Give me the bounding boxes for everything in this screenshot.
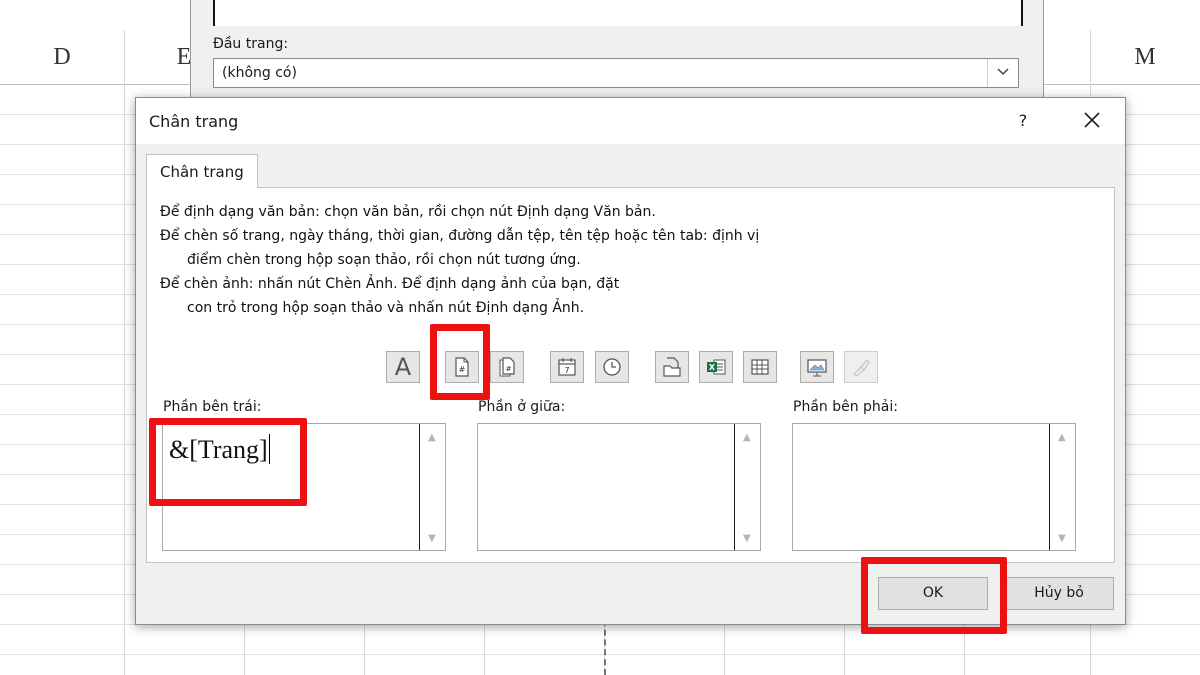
dialog-title: Chân trang [149, 112, 239, 131]
left-section-editor[interactable]: &[Trang] ▲ ▼ [162, 423, 446, 551]
ok-button[interactable]: OK [878, 577, 988, 610]
left-section-value: &[Trang] [169, 435, 268, 464]
page-count-icon: # [499, 357, 515, 377]
grid-line [124, 30, 125, 675]
insert-date-button[interactable]: 7 [550, 351, 584, 383]
svg-text:#: # [506, 365, 512, 373]
right-section-scrollbar[interactable]: ▲ ▼ [1049, 424, 1075, 550]
scroll-up-icon[interactable]: ▲ [428, 432, 436, 443]
left-section-text[interactable]: &[Trang] [169, 434, 270, 465]
scroll-up-icon[interactable]: ▲ [743, 432, 751, 443]
insert-page-count-button[interactable]: # [490, 351, 524, 383]
center-section-label: Phần ở giữa: [478, 399, 566, 415]
svg-text:7: 7 [564, 366, 569, 375]
text-caret [268, 434, 270, 464]
scroll-down-icon[interactable]: ▼ [1058, 533, 1066, 544]
file-path-icon [663, 357, 681, 377]
header-label: Đầu trang: [213, 36, 289, 52]
instruction-line: Để định dạng văn bản: chọn văn bản, rồi … [160, 204, 656, 220]
tab-footer-label: Chân trang [160, 163, 244, 181]
tab-footer[interactable]: Chân trang [146, 154, 258, 188]
grid-line [0, 654, 1200, 655]
instruction-line: Để chèn ảnh: nhấn nút Chèn Ảnh. Để định … [160, 276, 620, 292]
left-section-scrollbar[interactable]: ▲ ▼ [419, 424, 445, 550]
close-button[interactable] [1074, 104, 1110, 136]
svg-text:X: X [709, 363, 716, 372]
help-button[interactable]: ? [1008, 107, 1038, 135]
format-picture-button[interactable] [844, 351, 878, 383]
format-picture-icon [853, 359, 870, 377]
column-header-d[interactable]: D [0, 30, 124, 84]
insert-file-name-button[interactable]: X [699, 351, 733, 383]
time-icon [603, 358, 621, 376]
dialog-titlebar: Chân trang ? [136, 98, 1125, 144]
insert-file-path-button[interactable] [655, 351, 689, 383]
format-text-icon: A [394, 353, 412, 381]
insert-sheet-name-button[interactable] [743, 351, 777, 383]
page-number-icon: # [455, 357, 469, 377]
chevron-down-icon[interactable] [987, 59, 1018, 87]
page-setup-dialog: Đầu trang: (không có) [190, 0, 1044, 101]
cancel-button[interactable]: Hủy bỏ [1004, 577, 1114, 610]
scroll-up-icon[interactable]: ▲ [1058, 432, 1066, 443]
insert-picture-button[interactable] [800, 351, 834, 383]
right-section-label: Phần bên phải: [793, 399, 898, 415]
instruction-line: Để chèn số trang, ngày tháng, thời gian,… [160, 228, 760, 244]
insert-picture-icon [807, 359, 827, 377]
date-icon: 7 [558, 358, 576, 376]
header-preview-box [213, 0, 1023, 26]
format-text-button[interactable]: A [386, 351, 420, 383]
sheet-name-icon [751, 359, 769, 375]
left-section-label: Phần bên trái: [163, 399, 262, 415]
close-icon [1084, 112, 1100, 128]
insert-page-number-button[interactable]: # [445, 351, 479, 383]
footer-dialog: Chân trang ? Chân trang Để định dạng văn… [135, 97, 1126, 625]
right-section-editor[interactable]: ▲ ▼ [792, 423, 1076, 551]
header-dropdown-value: (không có) [222, 65, 297, 81]
insert-time-button[interactable] [595, 351, 629, 383]
center-section-editor[interactable]: ▲ ▼ [477, 423, 761, 551]
instruction-line: con trỏ trong hộp soạn thảo và nhấn nút … [187, 300, 585, 316]
scroll-down-icon[interactable]: ▼ [743, 533, 751, 544]
instruction-line: điểm chèn trong hộp soạn thảo, rồi chọn … [187, 252, 581, 268]
svg-text:#: # [459, 365, 466, 374]
center-section-scrollbar[interactable]: ▲ ▼ [734, 424, 760, 550]
column-header-m[interactable]: M [1090, 30, 1200, 84]
scroll-down-icon[interactable]: ▼ [428, 533, 436, 544]
header-dropdown[interactable]: (không có) [213, 58, 1019, 88]
file-name-icon: X [707, 359, 726, 375]
